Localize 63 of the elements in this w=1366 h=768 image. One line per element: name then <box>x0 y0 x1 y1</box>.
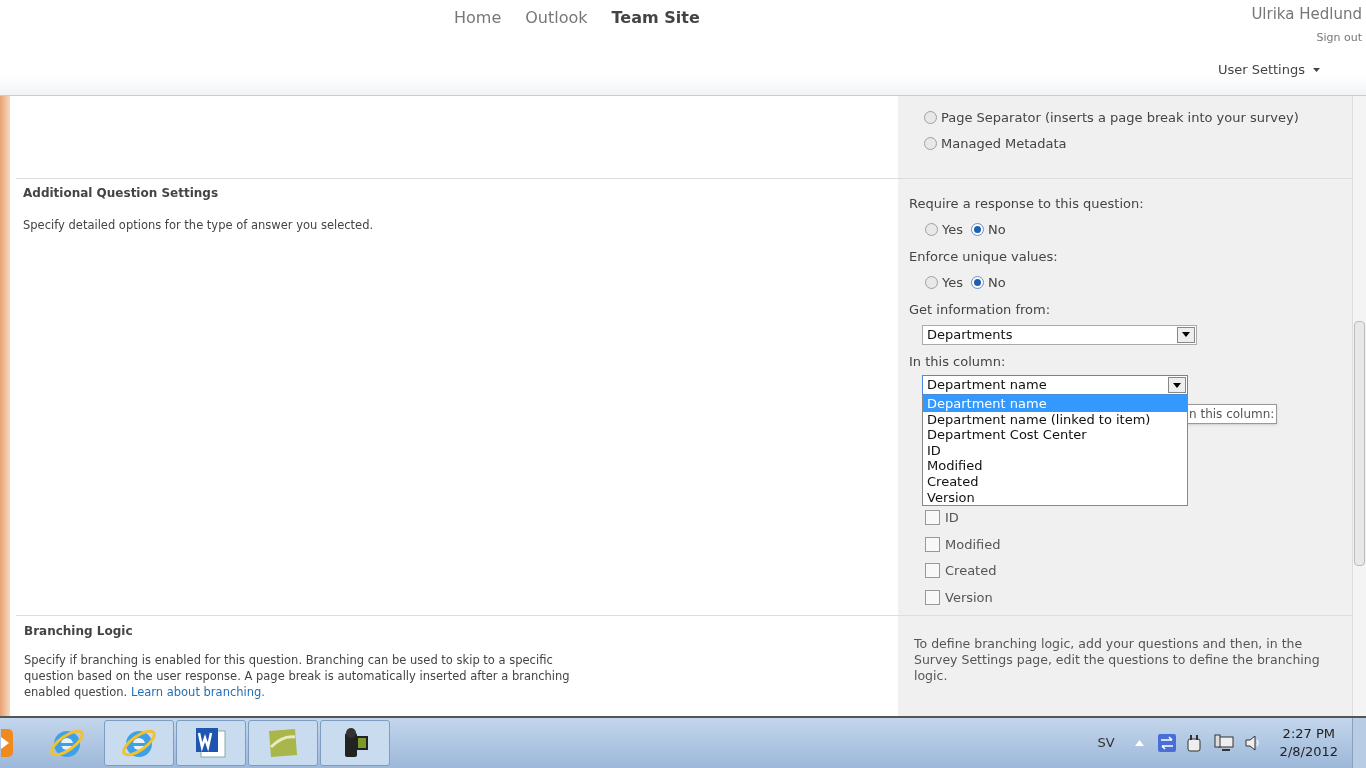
section-description: Specify detailed options for the type of answer you selected. <box>23 217 375 234</box>
media-player-icon <box>1 729 15 757</box>
checkbox[interactable] <box>925 589 940 605</box>
taskbar-app-button[interactable] <box>320 720 390 766</box>
branching-note: To define branching logic, add your questions and then, in the Survey Settings page, edit the questions to define the branching logic. <box>914 636 1321 684</box>
checkbox-label: Modified <box>945 535 1001 554</box>
dropdown-option[interactable]: Department name (linked to item) <box>923 411 1187 428</box>
radio-label: Yes <box>942 273 963 292</box>
section-title: Branching Logic <box>24 623 134 640</box>
dropdown-option[interactable]: Version <box>923 489 1187 506</box>
user-name[interactable]: Ulrika Hedlund <box>1251 3 1362 26</box>
dropdown-option[interactable]: Created <box>923 473 1187 490</box>
user-settings-menu[interactable]: User Settings <box>1217 60 1320 80</box>
checkbox-label: Created <box>945 562 997 580</box>
radio-label: No <box>988 220 1006 239</box>
show-desktop-button[interactable] <box>1352 718 1366 768</box>
field-label: Get information from: <box>909 301 1052 319</box>
taskbar-app-button[interactable] <box>176 720 246 766</box>
checkbox-label: Version <box>945 588 993 607</box>
learn-more-link[interactable]: Learn about branching. <box>130 685 265 699</box>
column-select[interactable]: Department name <box>922 375 1188 395</box>
nav-link[interactable]: Home <box>446 6 510 30</box>
power-plug-icon[interactable] <box>1185 734 1202 752</box>
speaker-icon[interactable] <box>1243 734 1262 752</box>
network-icon[interactable] <box>1213 734 1234 752</box>
sync-icon[interactable] <box>1157 734 1176 752</box>
checkbox[interactable] <box>925 536 940 552</box>
dropdown-option[interactable]: ID <box>923 442 1187 459</box>
section-description: Specify if branching is enabled for this question. Branching can be used to skip to a specific question based on the user response. A page break is automatically inserted after a branching enabled question. Learn about branching. <box>24 652 571 700</box>
field-label: Enforce unique values: <box>909 248 1059 266</box>
caret-up-icon[interactable] <box>1134 740 1144 746</box>
dropdown-option[interactable]: Modified <box>923 458 1187 474</box>
dropdown-arrow-button[interactable] <box>1177 326 1195 343</box>
caret-icon <box>1173 382 1181 388</box>
document-app-icon <box>193 725 229 761</box>
section-title: Additional Question Settings <box>23 185 220 202</box>
radio-button[interactable] <box>925 275 938 289</box>
checkbox[interactable] <box>925 563 940 579</box>
radio-button[interactable] <box>971 275 984 289</box>
radio-button[interactable] <box>924 111 937 125</box>
caret-icon <box>1313 67 1320 72</box>
sign-out-link[interactable]: Sign out <box>1316 29 1362 46</box>
radio-button[interactable] <box>924 136 937 150</box>
tooltip: n this column: <box>1186 404 1278 424</box>
nav-link[interactable]: Outlook <box>517 6 596 30</box>
radio-label: No <box>988 273 1006 292</box>
field-label: Require a response to this question: <box>909 195 1145 213</box>
checkbox[interactable] <box>925 510 940 526</box>
caret-icon <box>1182 332 1190 337</box>
scrollbar[interactable] <box>1352 96 1366 716</box>
dropdown-arrow-button[interactable] <box>1168 377 1186 393</box>
list-select[interactable]: Departments <box>922 324 1197 345</box>
dropdown-option[interactable]: Department Cost Center <box>923 427 1187 443</box>
radio-label: Page Separator (inserts a page break into your survey) <box>941 109 1299 127</box>
clock[interactable]: 2:27 PM 2/8/2012 <box>1279 725 1338 761</box>
language-indicator[interactable]: SV <box>1097 733 1115 753</box>
radio-label: Yes <box>942 220 963 239</box>
checkbox-label: ID <box>945 509 959 527</box>
field-label: In this column: <box>909 352 1007 371</box>
radio-label: Managed Metadata <box>941 134 1067 153</box>
nav-link[interactable]: Team Site <box>603 6 708 30</box>
radio-button[interactable] <box>971 222 984 236</box>
radio-button[interactable] <box>925 222 938 236</box>
